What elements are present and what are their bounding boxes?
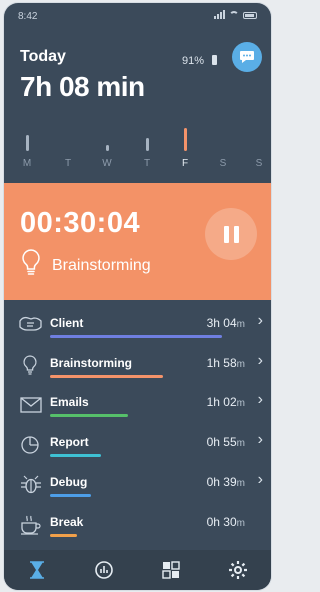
grid-icon bbox=[162, 561, 180, 579]
task-duration-hours: 3h bbox=[206, 316, 220, 330]
task-name: Report bbox=[50, 435, 89, 450]
task-duration: 1h 58m bbox=[207, 356, 245, 370]
app-screen: 8:42 Today 7h 08 min 91% M T W T F S S 00:30:0… bbox=[4, 3, 271, 590]
day-bar-0 bbox=[26, 134, 29, 151]
day-label-5[interactable]: S bbox=[213, 158, 233, 169]
task-name: Debug bbox=[50, 474, 88, 489]
day-label-4[interactable]: F bbox=[175, 158, 195, 169]
task-duration-minutes: 04 bbox=[219, 316, 237, 330]
wifi-icon bbox=[229, 11, 239, 19]
task-row-emails[interactable]: Emails 1h 02m › bbox=[4, 387, 271, 427]
day-bar-2 bbox=[106, 144, 109, 151]
bottom-navigation bbox=[4, 550, 271, 590]
task-progress-bar bbox=[50, 533, 77, 537]
pause-icon bbox=[223, 225, 229, 243]
envelope-icon bbox=[20, 397, 42, 414]
settings-nav-button[interactable] bbox=[218, 554, 258, 586]
task-progress-bar bbox=[50, 335, 222, 338]
task-progress-bar bbox=[50, 454, 101, 458]
timer-task-label: Brainstorming bbox=[52, 257, 151, 274]
task-name: Brainstorming bbox=[50, 355, 133, 370]
battery-icon bbox=[243, 12, 257, 19]
task-row-break[interactable]: Break 0h 30m bbox=[4, 507, 271, 547]
projects-nav-button[interactable] bbox=[151, 554, 191, 586]
day-label-1[interactable]: T bbox=[58, 158, 78, 169]
handshake-icon bbox=[19, 316, 42, 331]
task-progress-bar bbox=[50, 414, 128, 418]
status-time: 8:42 bbox=[18, 11, 38, 22]
task-row-report[interactable]: Report 0h 55m › bbox=[4, 427, 271, 467]
day-label-3[interactable]: T bbox=[137, 158, 157, 169]
device-battery-percent: 91% bbox=[182, 55, 205, 67]
task-duration-unit: m bbox=[236, 517, 245, 529]
chevron-right-icon[interactable]: › bbox=[258, 431, 263, 449]
chevron-right-icon[interactable]: › bbox=[258, 352, 263, 370]
task-duration: 1h 02m bbox=[207, 395, 245, 409]
day-label-0[interactable]: M bbox=[17, 158, 37, 169]
task-row-client[interactable]: Client 3h 04m › bbox=[4, 308, 271, 348]
task-duration-unit: m bbox=[236, 438, 245, 450]
hourglass-icon bbox=[30, 561, 45, 579]
day-label-2[interactable]: W bbox=[97, 158, 117, 169]
coffee-cup-icon bbox=[21, 515, 41, 535]
task-duration-minutes: 30 bbox=[219, 514, 237, 529]
task-row-debug[interactable]: Debug 0h 39m › bbox=[4, 467, 271, 507]
signal-icon bbox=[214, 10, 225, 19]
lightbulb-icon bbox=[22, 249, 40, 275]
day-bar-3 bbox=[146, 138, 149, 151]
task-duration-minutes: 39 bbox=[219, 474, 237, 489]
task-name: Emails bbox=[50, 395, 89, 410]
task-progress-bar bbox=[50, 493, 91, 497]
reports-nav-button[interactable] bbox=[84, 554, 124, 586]
chat-bubble-icon bbox=[240, 51, 254, 63]
task-duration-hours: 1h bbox=[206, 355, 220, 370]
bug-icon bbox=[21, 475, 41, 493]
task-duration-minutes: 55 bbox=[219, 435, 237, 450]
gear-icon bbox=[228, 561, 247, 579]
task-duration-unit: m bbox=[236, 358, 245, 370]
active-timer-card[interactable]: 00:30:04 Brainstorming bbox=[4, 183, 271, 300]
task-duration: 0h 30m bbox=[207, 515, 245, 529]
status-bar: 8:42 bbox=[4, 3, 271, 27]
task-duration-minutes: 02 bbox=[219, 395, 237, 410]
week-activity-chart: MTWTFSS bbox=[4, 113, 271, 173]
task-name: Break bbox=[50, 514, 84, 529]
task-duration-hours: 1h bbox=[206, 395, 220, 410]
lightbulb-icon bbox=[23, 355, 37, 375]
pie-chart-icon bbox=[21, 436, 39, 454]
today-total-time: 7h 08 min bbox=[20, 71, 145, 102]
status-icons bbox=[214, 10, 257, 19]
task-duration: 3h 04m bbox=[207, 316, 245, 330]
task-duration-unit: m bbox=[236, 319, 245, 330]
page-title: Today bbox=[20, 48, 66, 65]
timer-nav-button[interactable] bbox=[17, 554, 57, 586]
task-duration-hours: 0h bbox=[206, 514, 220, 529]
chat-button[interactable] bbox=[232, 42, 262, 72]
battery-small-icon bbox=[212, 55, 217, 65]
day-bar-4 bbox=[184, 127, 187, 151]
task-progress-bar bbox=[50, 374, 163, 378]
task-duration-minutes: 58 bbox=[219, 355, 237, 370]
pause-button[interactable] bbox=[205, 208, 257, 260]
timer-value: 00:30:04 bbox=[20, 207, 141, 239]
task-name: Client bbox=[50, 316, 84, 330]
chevron-right-icon[interactable]: › bbox=[258, 471, 263, 489]
task-row-brainstorming[interactable]: Brainstorming 1h 58m › bbox=[4, 348, 271, 388]
chart-circle-icon bbox=[95, 561, 113, 579]
day-label-6[interactable]: S bbox=[249, 158, 269, 169]
task-duration-hours: 0h bbox=[206, 474, 220, 489]
task-duration-unit: m bbox=[236, 398, 245, 410]
chevron-right-icon[interactable]: › bbox=[258, 391, 263, 409]
task-duration: 0h 39m bbox=[207, 475, 245, 489]
task-duration-hours: 0h bbox=[206, 435, 220, 450]
task-duration-unit: m bbox=[236, 477, 245, 489]
task-duration: 0h 55m bbox=[207, 435, 245, 449]
chevron-right-icon[interactable]: › bbox=[258, 312, 263, 330]
